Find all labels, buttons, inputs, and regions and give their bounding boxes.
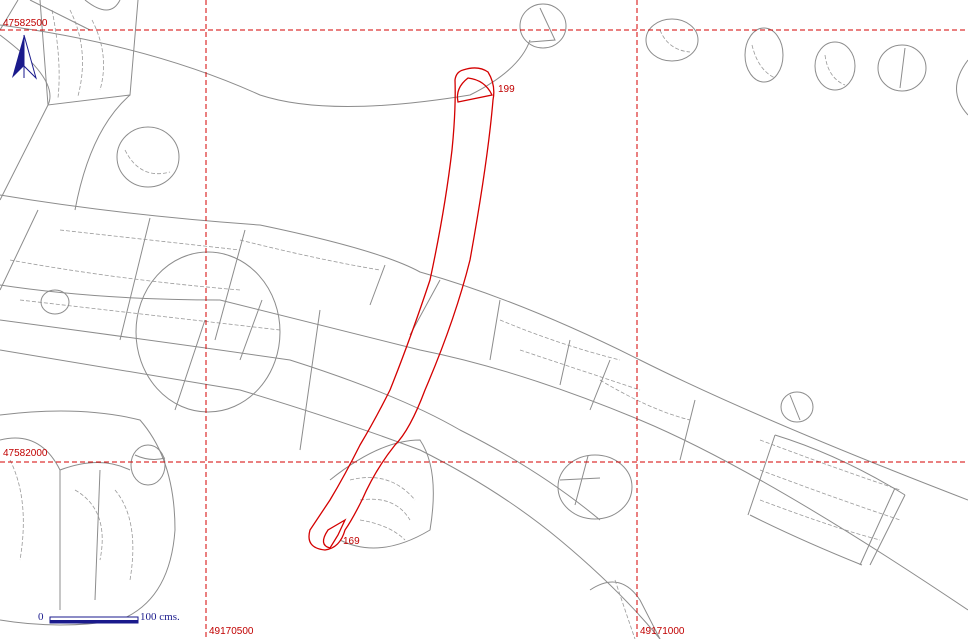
map-drawing: 199 169 47582500 47582000 49170500 49171…: [0, 0, 968, 639]
highlight-end-cap-top: [456, 77, 493, 103]
highlight-end-cap-bottom: [322, 518, 347, 549]
coordinate-grid: [0, 0, 968, 639]
label-199: 199: [498, 84, 515, 95]
label-169: 169: [343, 536, 360, 547]
label-easting-right: 49171000: [640, 626, 685, 637]
scale-zero-label: 0: [38, 611, 44, 623]
label-easting-left: 49170500: [209, 626, 254, 637]
excavation-features: [0, 0, 968, 639]
label-northing-mid: 47582000: [3, 448, 48, 459]
highlight-outline[interactable]: [308, 67, 495, 551]
highlighted-feature[interactable]: 199 169: [308, 67, 515, 551]
map-canvas[interactable]: 199 169 47582500 47582000 49170500 49171…: [0, 0, 968, 639]
scale-length-label: 100 cms.: [140, 611, 180, 623]
label-northing-top: 47582500: [3, 18, 48, 29]
north-arrow-icon: [12, 34, 37, 80]
scale-bar: 0 100 cms.: [38, 611, 180, 624]
scale-bar-fill: [50, 620, 138, 623]
